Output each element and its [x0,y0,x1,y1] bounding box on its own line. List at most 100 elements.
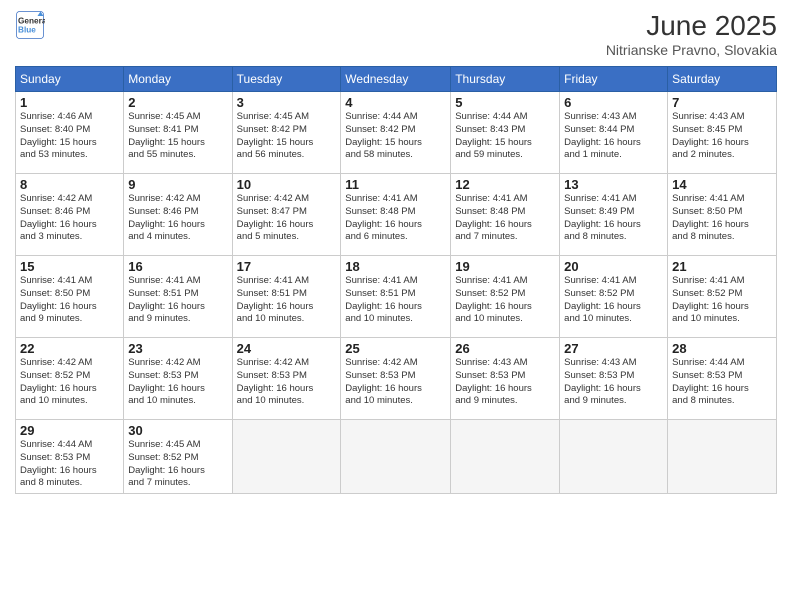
month-title: June 2025 [606,10,777,42]
day-number: 14 [672,177,772,192]
calendar-day-cell: 12Sunrise: 4:41 AM Sunset: 8:48 PM Dayli… [451,174,560,256]
day-number: 11 [345,177,446,192]
calendar-day-header: Sunday [16,67,124,92]
svg-text:Blue: Blue [18,26,36,35]
calendar-day-cell: 26Sunrise: 4:43 AM Sunset: 8:53 PM Dayli… [451,338,560,420]
day-info: Sunrise: 4:41 AM Sunset: 8:51 PM Dayligh… [345,275,446,326]
day-number: 10 [237,177,337,192]
day-info: Sunrise: 4:42 AM Sunset: 8:46 PM Dayligh… [128,193,227,244]
calendar-day-cell [451,420,560,494]
day-number: 28 [672,341,772,356]
calendar-day-cell: 2Sunrise: 4:45 AM Sunset: 8:41 PM Daylig… [124,92,232,174]
day-number: 4 [345,95,446,110]
day-number: 8 [20,177,119,192]
day-info: Sunrise: 4:41 AM Sunset: 8:50 PM Dayligh… [20,275,119,326]
day-info: Sunrise: 4:41 AM Sunset: 8:52 PM Dayligh… [564,275,663,326]
day-info: Sunrise: 4:42 AM Sunset: 8:53 PM Dayligh… [237,357,337,408]
calendar-day-cell: 4Sunrise: 4:44 AM Sunset: 8:42 PM Daylig… [341,92,451,174]
calendar-day-cell: 16Sunrise: 4:41 AM Sunset: 8:51 PM Dayli… [124,256,232,338]
calendar-day-cell: 11Sunrise: 4:41 AM Sunset: 8:48 PM Dayli… [341,174,451,256]
calendar-day-cell: 5Sunrise: 4:44 AM Sunset: 8:43 PM Daylig… [451,92,560,174]
day-number: 18 [345,259,446,274]
day-info: Sunrise: 4:41 AM Sunset: 8:51 PM Dayligh… [237,275,337,326]
day-info: Sunrise: 4:42 AM Sunset: 8:53 PM Dayligh… [128,357,227,408]
calendar-day-cell: 18Sunrise: 4:41 AM Sunset: 8:51 PM Dayli… [341,256,451,338]
day-number: 24 [237,341,337,356]
logo-icon: General Blue [15,10,45,40]
day-info: Sunrise: 4:41 AM Sunset: 8:48 PM Dayligh… [455,193,555,244]
page: General Blue June 2025 Nitrianske Pravno… [0,0,792,612]
day-number: 27 [564,341,663,356]
day-info: Sunrise: 4:43 AM Sunset: 8:53 PM Dayligh… [564,357,663,408]
day-number: 12 [455,177,555,192]
logo: General Blue [15,10,45,40]
day-info: Sunrise: 4:43 AM Sunset: 8:53 PM Dayligh… [455,357,555,408]
calendar-day-cell [232,420,341,494]
day-number: 17 [237,259,337,274]
day-number: 1 [20,95,119,110]
calendar-day-cell: 9Sunrise: 4:42 AM Sunset: 8:46 PM Daylig… [124,174,232,256]
day-number: 30 [128,423,227,438]
calendar-day-cell: 30Sunrise: 4:45 AM Sunset: 8:52 PM Dayli… [124,420,232,494]
day-info: Sunrise: 4:43 AM Sunset: 8:44 PM Dayligh… [564,111,663,162]
calendar-week-row: 22Sunrise: 4:42 AM Sunset: 8:52 PM Dayli… [16,338,777,420]
calendar-day-cell: 6Sunrise: 4:43 AM Sunset: 8:44 PM Daylig… [560,92,668,174]
day-info: Sunrise: 4:42 AM Sunset: 8:46 PM Dayligh… [20,193,119,244]
day-number: 25 [345,341,446,356]
day-info: Sunrise: 4:41 AM Sunset: 8:52 PM Dayligh… [455,275,555,326]
day-number: 20 [564,259,663,274]
calendar-day-cell: 7Sunrise: 4:43 AM Sunset: 8:45 PM Daylig… [668,92,777,174]
day-number: 23 [128,341,227,356]
day-number: 19 [455,259,555,274]
day-info: Sunrise: 4:44 AM Sunset: 8:53 PM Dayligh… [20,439,119,490]
calendar-day-cell: 8Sunrise: 4:42 AM Sunset: 8:46 PM Daylig… [16,174,124,256]
calendar-day-header: Monday [124,67,232,92]
location: Nitrianske Pravno, Slovakia [606,42,777,58]
calendar-day-cell: 15Sunrise: 4:41 AM Sunset: 8:50 PM Dayli… [16,256,124,338]
calendar-week-row: 29Sunrise: 4:44 AM Sunset: 8:53 PM Dayli… [16,420,777,494]
day-info: Sunrise: 4:41 AM Sunset: 8:49 PM Dayligh… [564,193,663,244]
day-info: Sunrise: 4:42 AM Sunset: 8:52 PM Dayligh… [20,357,119,408]
calendar: SundayMondayTuesdayWednesdayThursdayFrid… [15,66,777,494]
day-info: Sunrise: 4:44 AM Sunset: 8:43 PM Dayligh… [455,111,555,162]
day-info: Sunrise: 4:45 AM Sunset: 8:52 PM Dayligh… [128,439,227,490]
calendar-day-cell: 20Sunrise: 4:41 AM Sunset: 8:52 PM Dayli… [560,256,668,338]
day-number: 26 [455,341,555,356]
day-info: Sunrise: 4:41 AM Sunset: 8:48 PM Dayligh… [345,193,446,244]
calendar-day-cell: 28Sunrise: 4:44 AM Sunset: 8:53 PM Dayli… [668,338,777,420]
calendar-header-row: SundayMondayTuesdayWednesdayThursdayFrid… [16,67,777,92]
day-info: Sunrise: 4:41 AM Sunset: 8:50 PM Dayligh… [672,193,772,244]
day-number: 15 [20,259,119,274]
calendar-day-cell: 27Sunrise: 4:43 AM Sunset: 8:53 PM Dayli… [560,338,668,420]
calendar-week-row: 15Sunrise: 4:41 AM Sunset: 8:50 PM Dayli… [16,256,777,338]
day-number: 16 [128,259,227,274]
calendar-day-cell: 21Sunrise: 4:41 AM Sunset: 8:52 PM Dayli… [668,256,777,338]
day-info: Sunrise: 4:41 AM Sunset: 8:52 PM Dayligh… [672,275,772,326]
day-info: Sunrise: 4:44 AM Sunset: 8:42 PM Dayligh… [345,111,446,162]
day-number: 9 [128,177,227,192]
calendar-day-cell: 29Sunrise: 4:44 AM Sunset: 8:53 PM Dayli… [16,420,124,494]
calendar-day-cell: 10Sunrise: 4:42 AM Sunset: 8:47 PM Dayli… [232,174,341,256]
day-info: Sunrise: 4:42 AM Sunset: 8:47 PM Dayligh… [237,193,337,244]
day-number: 13 [564,177,663,192]
calendar-day-cell: 19Sunrise: 4:41 AM Sunset: 8:52 PM Dayli… [451,256,560,338]
calendar-week-row: 1Sunrise: 4:46 AM Sunset: 8:40 PM Daylig… [16,92,777,174]
day-number: 2 [128,95,227,110]
calendar-day-cell: 22Sunrise: 4:42 AM Sunset: 8:52 PM Dayli… [16,338,124,420]
calendar-day-header: Thursday [451,67,560,92]
day-info: Sunrise: 4:42 AM Sunset: 8:53 PM Dayligh… [345,357,446,408]
day-info: Sunrise: 4:45 AM Sunset: 8:42 PM Dayligh… [237,111,337,162]
day-number: 22 [20,341,119,356]
day-number: 6 [564,95,663,110]
calendar-day-cell: 14Sunrise: 4:41 AM Sunset: 8:50 PM Dayli… [668,174,777,256]
day-info: Sunrise: 4:43 AM Sunset: 8:45 PM Dayligh… [672,111,772,162]
header: General Blue June 2025 Nitrianske Pravno… [15,10,777,58]
day-number: 7 [672,95,772,110]
calendar-day-cell: 23Sunrise: 4:42 AM Sunset: 8:53 PM Dayli… [124,338,232,420]
calendar-day-cell [341,420,451,494]
day-info: Sunrise: 4:41 AM Sunset: 8:51 PM Dayligh… [128,275,227,326]
day-number: 5 [455,95,555,110]
calendar-day-header: Saturday [668,67,777,92]
calendar-day-cell [668,420,777,494]
calendar-week-row: 8Sunrise: 4:42 AM Sunset: 8:46 PM Daylig… [16,174,777,256]
